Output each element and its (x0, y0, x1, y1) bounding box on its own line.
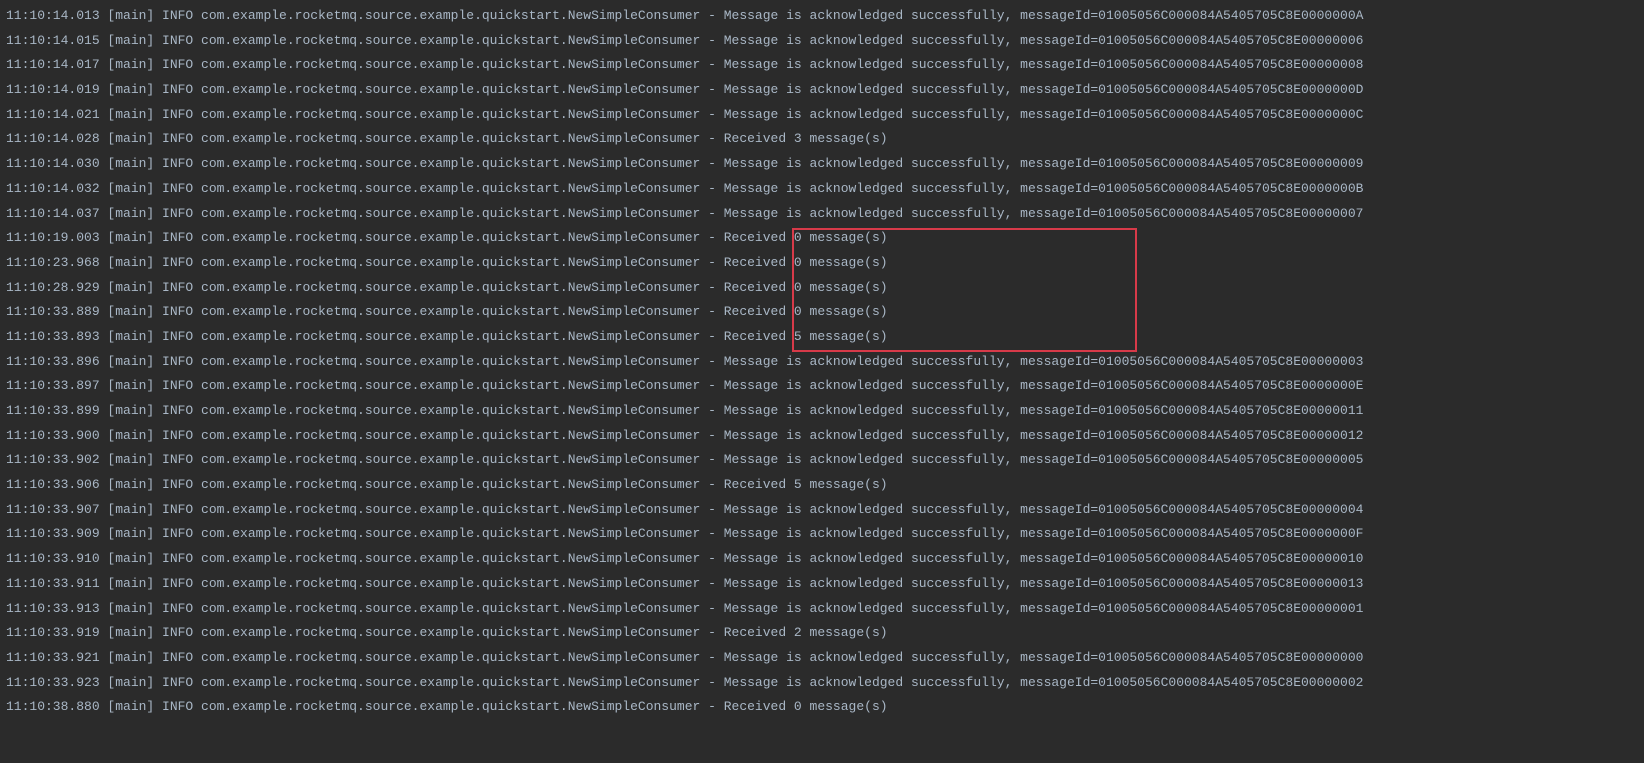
log-line: 11:10:23.968 [main] INFO com.example.roc… (6, 251, 1638, 276)
log-line: 11:10:28.929 [main] INFO com.example.roc… (6, 276, 1638, 301)
log-line: 11:10:33.907 [main] INFO com.example.roc… (6, 498, 1638, 523)
log-line: 11:10:14.037 [main] INFO com.example.roc… (6, 202, 1638, 227)
log-output: 11:10:14.013 [main] INFO com.example.roc… (6, 4, 1638, 720)
log-line: 11:10:14.019 [main] INFO com.example.roc… (6, 78, 1638, 103)
log-line: 11:10:19.003 [main] INFO com.example.roc… (6, 226, 1638, 251)
log-line: 11:10:33.921 [main] INFO com.example.roc… (6, 646, 1638, 671)
log-line: 11:10:14.028 [main] INFO com.example.roc… (6, 127, 1638, 152)
log-line: 11:10:14.021 [main] INFO com.example.roc… (6, 103, 1638, 128)
log-line: 11:10:33.923 [main] INFO com.example.roc… (6, 671, 1638, 696)
log-line: 11:10:33.900 [main] INFO com.example.roc… (6, 424, 1638, 449)
log-line: 11:10:33.899 [main] INFO com.example.roc… (6, 399, 1638, 424)
log-line: 11:10:14.017 [main] INFO com.example.roc… (6, 53, 1638, 78)
log-line: 11:10:14.032 [main] INFO com.example.roc… (6, 177, 1638, 202)
log-line: 11:10:14.030 [main] INFO com.example.roc… (6, 152, 1638, 177)
log-line: 11:10:33.897 [main] INFO com.example.roc… (6, 374, 1638, 399)
log-line: 11:10:33.902 [main] INFO com.example.roc… (6, 448, 1638, 473)
log-line: 11:10:33.893 [main] INFO com.example.roc… (6, 325, 1638, 350)
log-line: 11:10:38.880 [main] INFO com.example.roc… (6, 695, 1638, 720)
log-line: 11:10:14.013 [main] INFO com.example.roc… (6, 4, 1638, 29)
log-line: 11:10:33.909 [main] INFO com.example.roc… (6, 522, 1638, 547)
log-console[interactable]: 11:10:14.013 [main] INFO com.example.roc… (6, 4, 1638, 720)
log-line: 11:10:33.913 [main] INFO com.example.roc… (6, 597, 1638, 622)
log-line: 11:10:33.919 [main] INFO com.example.roc… (6, 621, 1638, 646)
log-line: 11:10:33.910 [main] INFO com.example.roc… (6, 547, 1638, 572)
log-line: 11:10:33.896 [main] INFO com.example.roc… (6, 350, 1638, 375)
log-line: 11:10:14.015 [main] INFO com.example.roc… (6, 29, 1638, 54)
log-line: 11:10:33.911 [main] INFO com.example.roc… (6, 572, 1638, 597)
log-line: 11:10:33.889 [main] INFO com.example.roc… (6, 300, 1638, 325)
log-line: 11:10:33.906 [main] INFO com.example.roc… (6, 473, 1638, 498)
